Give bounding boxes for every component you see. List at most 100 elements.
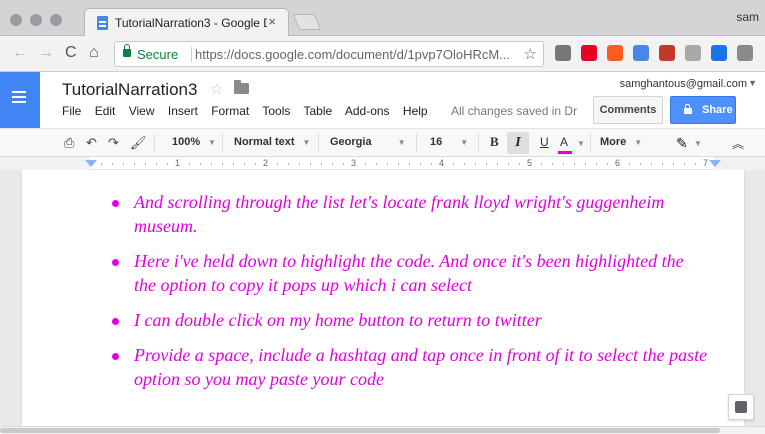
font-size-select[interactable]: 16 ▼ xyxy=(430,136,468,148)
ruler-tick xyxy=(211,163,212,165)
secure-label: Secure xyxy=(137,47,179,62)
ruler-tick xyxy=(508,163,509,165)
print-icon[interactable]: ⎙ xyxy=(64,135,74,151)
more-label: More xyxy=(600,136,627,148)
list-item-text: And scrolling through the list let's loc… xyxy=(134,192,665,236)
style-select[interactable]: Normal text ▼ xyxy=(234,136,310,148)
ruler-tick xyxy=(431,163,432,165)
bold-button[interactable]: B xyxy=(490,134,499,150)
star-document-icon[interactable]: ☆ xyxy=(210,80,223,98)
bookmark-star-icon[interactable]: ☆ xyxy=(524,45,537,63)
home-icon[interactable]: ⌂ xyxy=(89,44,99,62)
left-indent-marker[interactable] xyxy=(85,160,97,167)
bullet-icon xyxy=(112,318,119,325)
extension-blue-arrow-icon[interactable] xyxy=(711,45,727,61)
drive-icon[interactable] xyxy=(685,45,701,61)
menu-table[interactable]: Table xyxy=(304,104,333,118)
zoom-select[interactable]: 100% ▼ xyxy=(172,136,216,148)
undo-icon[interactable]: ↶ xyxy=(86,135,97,151)
font-select[interactable]: Georgia ▼ xyxy=(330,136,406,148)
ruler[interactable]: 1 2 3 4 5 6 7 xyxy=(0,157,765,170)
ruler-tick xyxy=(398,163,399,165)
browser-tab-strip: TutorialNarration3 - Google Docs × sam xyxy=(0,0,765,36)
share-button[interactable]: Share xyxy=(670,96,736,124)
menu-tools[interactable]: Tools xyxy=(262,104,290,118)
ruler-tick xyxy=(123,163,124,165)
comments-button[interactable]: Comments xyxy=(593,96,663,124)
paint-format-icon[interactable]: 🖌 xyxy=(130,135,147,151)
menu-format[interactable]: Format xyxy=(211,104,249,118)
list-item[interactable]: Here i've held down to highlight the cod… xyxy=(110,249,710,297)
forward-arrow-icon[interactable]: → xyxy=(38,44,54,62)
ruler-tick xyxy=(244,163,245,165)
explore-button[interactable] xyxy=(728,394,754,420)
document-page[interactable]: And scrolling through the list let's loc… xyxy=(22,170,744,426)
list-item[interactable]: Provide a space, include a hashtag and t… xyxy=(110,343,710,391)
reload-icon[interactable]: C xyxy=(65,44,77,62)
bullet-icon xyxy=(112,200,119,207)
url-text[interactable]: https://docs.google.com/document/d/1pvp7… xyxy=(195,47,517,62)
document-title[interactable]: TutorialNarration3 xyxy=(62,80,197,100)
text-color-caret-icon[interactable]: ▼ xyxy=(577,137,585,149)
list-item-text: I can double click on my home button to … xyxy=(134,310,542,330)
ruler-tick xyxy=(299,163,300,165)
mode-caret-icon[interactable]: ▼ xyxy=(694,137,702,149)
italic-button[interactable]: I xyxy=(507,132,529,154)
ruler-tick xyxy=(343,163,344,165)
ruler-tick xyxy=(662,163,663,165)
menu-file[interactable]: File xyxy=(62,104,81,118)
ruler-tick xyxy=(145,163,146,165)
ruler-tick xyxy=(387,163,388,165)
underline-button[interactable]: U xyxy=(540,135,549,149)
address-bar[interactable]: Secure https://docs.google.com/document/… xyxy=(114,41,544,67)
ruler-tick xyxy=(233,163,234,165)
list-item[interactable]: I can double click on my home button to … xyxy=(110,308,710,332)
ruler-tick xyxy=(134,163,135,165)
ruler-tick xyxy=(629,163,630,165)
list-item-text: Provide a space, include a hashtag and t… xyxy=(134,345,708,389)
back-arrow-icon[interactable]: ← xyxy=(12,44,28,62)
browser-tab-docs[interactable]: TutorialNarration3 - Google Docs × xyxy=(84,8,289,36)
pen-mode-icon[interactable]: ✎ xyxy=(676,135,688,152)
account-caret-icon[interactable]: ▼ xyxy=(748,78,757,88)
ruler-tick xyxy=(651,163,652,165)
extension-orange-icon[interactable] xyxy=(607,45,623,61)
new-tab-button[interactable] xyxy=(292,14,322,30)
pinterest-icon[interactable] xyxy=(581,45,597,61)
menu-view[interactable]: View xyxy=(129,104,155,118)
menu-help[interactable]: Help xyxy=(403,104,428,118)
collapse-toolbar-icon[interactable]: ︽ xyxy=(732,135,744,152)
right-indent-marker[interactable] xyxy=(709,160,721,167)
window-zoom-button[interactable] xyxy=(50,14,62,26)
menu-add-ons[interactable]: Add-ons xyxy=(345,104,390,118)
text-color-button[interactable]: A xyxy=(557,135,573,154)
camera-icon[interactable] xyxy=(737,45,753,61)
profile-name[interactable]: sam xyxy=(736,10,759,24)
horizontal-scrollbar[interactable] xyxy=(0,426,765,434)
ruler-tick xyxy=(332,163,333,165)
ruler-tick xyxy=(552,163,553,165)
account-email[interactable]: samghantous@gmail.com xyxy=(620,78,747,90)
more-button[interactable]: More ▼ xyxy=(600,136,642,148)
save-status[interactable]: All changes saved in Dr... xyxy=(451,104,577,118)
docs-extension-icon[interactable] xyxy=(633,45,649,61)
list-item[interactable]: And scrolling through the list let's loc… xyxy=(110,190,710,238)
document-canvas: And scrolling through the list let's loc… xyxy=(0,170,765,426)
extension-t-icon[interactable] xyxy=(555,45,571,61)
browser-toolbar: ← → C ⌂ Secure https://docs.google.com/d… xyxy=(0,36,765,72)
ruler-tick xyxy=(453,163,454,165)
window-minimize-button[interactable] xyxy=(30,14,42,26)
style-value: Normal text xyxy=(234,136,295,148)
tab-close-icon[interactable]: × xyxy=(268,14,276,29)
window-close-button[interactable] xyxy=(10,14,22,26)
scrollbar-thumb[interactable] xyxy=(0,428,720,433)
extension-bars-icon[interactable] xyxy=(659,45,675,61)
ruler-tick xyxy=(321,163,322,165)
redo-icon[interactable]: ↷ xyxy=(108,135,119,151)
menu-insert[interactable]: Insert xyxy=(168,104,198,118)
docs-header: TutorialNarration3 ☆ File Edit View Inse… xyxy=(0,72,765,128)
move-to-folder-icon[interactable] xyxy=(234,80,249,94)
docs-favicon-icon xyxy=(97,16,108,30)
docs-home-icon[interactable] xyxy=(0,72,40,128)
menu-edit[interactable]: Edit xyxy=(95,104,116,118)
